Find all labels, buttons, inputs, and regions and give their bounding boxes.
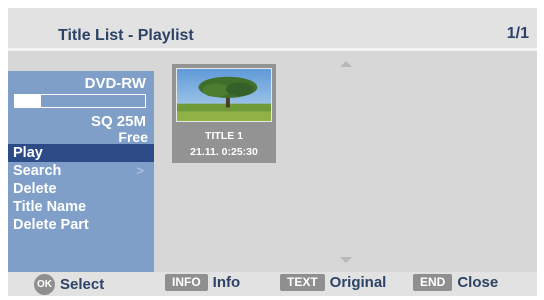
menu-item-play[interactable]: Play (8, 144, 154, 162)
sidebar-panel: DVD-RW SQ 25M Free Play Search > Delete … (8, 71, 154, 272)
osd-window: Title List - Playlist 1/1 DVD-RW SQ 25M … (8, 8, 537, 296)
scroll-down-arrow-icon[interactable] (340, 257, 352, 263)
submenu-arrow-icon: > (136, 163, 144, 178)
option-menu: Play Search > Delete Title Name Delete P… (8, 144, 154, 234)
menu-item-label: Title Name (13, 199, 87, 215)
header-bar: Title List - Playlist 1/1 (8, 8, 537, 44)
menu-item-search[interactable]: Search > (8, 162, 154, 180)
disc-type-label: DVD-RW (84, 75, 146, 92)
disc-capacity-bar (14, 94, 146, 108)
page-indicator: 1/1 (506, 25, 529, 42)
ok-label: Select (60, 276, 105, 293)
title-date-time: 21.11. 0:25:30 (190, 146, 258, 158)
text-key-icon: TEXT (280, 274, 325, 292)
menu-item-title-name[interactable]: Title Name (8, 198, 154, 216)
ok-key-icon: OK (34, 274, 55, 295)
menu-item-label: Play (13, 145, 43, 161)
disc-capacity-fill (15, 95, 41, 107)
end-label: Close (457, 274, 499, 292)
scroll-up-arrow-icon[interactable] (340, 61, 352, 67)
text-label: Original (329, 274, 387, 292)
footer-bar: OK Select INFO Info TEXT Original END Close (8, 272, 537, 296)
menu-item-delete[interactable]: Delete (8, 180, 154, 198)
title-name: TITLE 1 (205, 130, 243, 142)
info-key-icon: INFO (165, 274, 208, 292)
menu-item-label: Delete Part (13, 217, 89, 233)
text-original-button[interactable]: TEXT Original (280, 274, 386, 294)
recording-quality: SQ 25M (90, 113, 146, 130)
end-close-button[interactable]: END Close (413, 274, 498, 294)
ok-select-button[interactable]: OK Select (34, 274, 105, 295)
info-label: Info (212, 274, 241, 292)
free-space-label: Free (118, 129, 148, 145)
title-thumbnail-image (176, 68, 272, 122)
content-area: DVD-RW SQ 25M Free Play Search > Delete … (8, 51, 537, 272)
menu-item-label: Search (13, 163, 62, 179)
menu-item-label: Delete (13, 181, 57, 197)
end-key-icon: END (413, 274, 453, 292)
menu-item-delete-part[interactable]: Delete Part (8, 216, 154, 234)
info-button[interactable]: INFO Info (165, 274, 240, 294)
page-title: Title List - Playlist (58, 27, 194, 44)
title-thumbnail-card[interactable]: TITLE 1 21.11. 0:25:30 (172, 64, 276, 163)
